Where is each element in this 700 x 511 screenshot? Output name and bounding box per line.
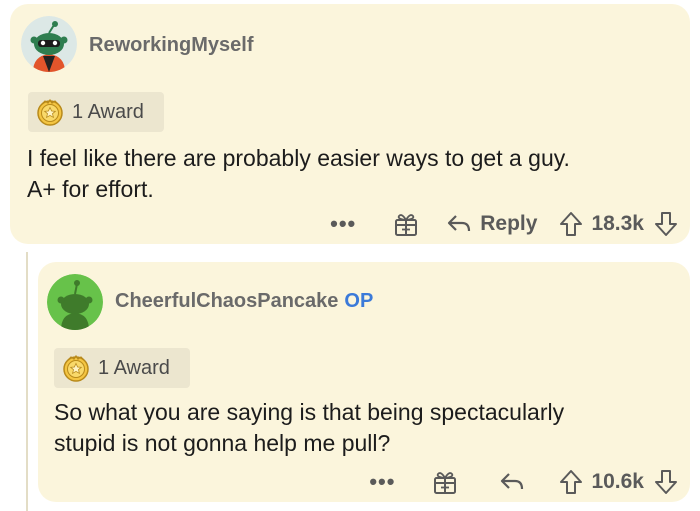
avatar-snoo-icon bbox=[47, 274, 103, 330]
award-icon bbox=[63, 354, 89, 382]
comment-line: I feel like there are probably easier wa… bbox=[27, 145, 570, 171]
comment-actions: ••• Reply 18.3k bbox=[330, 204, 678, 244]
more-icon: ••• bbox=[369, 469, 396, 494]
username-row: CheerfulChaosPancake OP bbox=[115, 290, 373, 313]
reply-arrow-icon bbox=[501, 473, 524, 490]
op-badge: OP bbox=[344, 290, 374, 312]
thread-line[interactable] bbox=[26, 252, 28, 511]
downvote-icon bbox=[655, 212, 677, 236]
upvote-icon bbox=[560, 212, 583, 236]
comment-card: ReworkingMyself 1 Award I feel like ther… bbox=[10, 4, 690, 244]
reply-arrow-icon bbox=[448, 215, 471, 232]
gift-icon bbox=[434, 472, 457, 494]
vote-score: 18.3k bbox=[591, 212, 644, 235]
comment-body: I feel like there are probably easier wa… bbox=[27, 143, 677, 205]
upvote-button[interactable] bbox=[559, 211, 583, 237]
vote-score: 10.6k bbox=[591, 470, 644, 493]
upvote-icon bbox=[560, 470, 583, 494]
comment-line: So what you are saying is that being spe… bbox=[54, 399, 565, 425]
give-award-button[interactable] bbox=[392, 210, 420, 238]
reply-comment-card: CheerfulChaosPancake OP 1 Award So what y… bbox=[38, 262, 690, 502]
downvote-button[interactable] bbox=[654, 469, 678, 495]
username[interactable]: ReworkingMyself bbox=[89, 34, 253, 57]
more-icon: ••• bbox=[330, 211, 357, 236]
username[interactable]: CheerfulChaosPancake bbox=[115, 290, 338, 312]
comment-line: A+ for effort. bbox=[27, 176, 154, 202]
more-options-button[interactable]: ••• bbox=[330, 211, 356, 237]
upvote-button[interactable] bbox=[559, 469, 583, 495]
avatar-snoo-icon bbox=[21, 16, 77, 72]
more-options-button[interactable]: ••• bbox=[369, 469, 395, 495]
downvote-button[interactable] bbox=[654, 211, 678, 237]
comment-body: So what you are saying is that being spe… bbox=[54, 397, 674, 459]
award-icon bbox=[37, 98, 63, 126]
reply-button[interactable]: Reply bbox=[446, 212, 537, 236]
gift-icon bbox=[395, 214, 418, 236]
reply-button[interactable] bbox=[499, 471, 533, 493]
award-label: 1 Award bbox=[98, 356, 170, 379]
award-badge[interactable]: 1 Award bbox=[54, 348, 190, 388]
user-avatar[interactable] bbox=[47, 274, 103, 330]
award-badge[interactable]: 1 Award bbox=[28, 92, 164, 132]
downvote-icon bbox=[655, 470, 677, 494]
award-label: 1 Award bbox=[72, 100, 144, 123]
comment-line: stupid is not gonna help me pull? bbox=[54, 430, 391, 456]
reply-label: Reply bbox=[480, 212, 538, 235]
give-award-button[interactable] bbox=[431, 468, 459, 496]
user-avatar[interactable] bbox=[21, 16, 77, 72]
comment-actions: ••• 10.6k bbox=[369, 462, 678, 502]
